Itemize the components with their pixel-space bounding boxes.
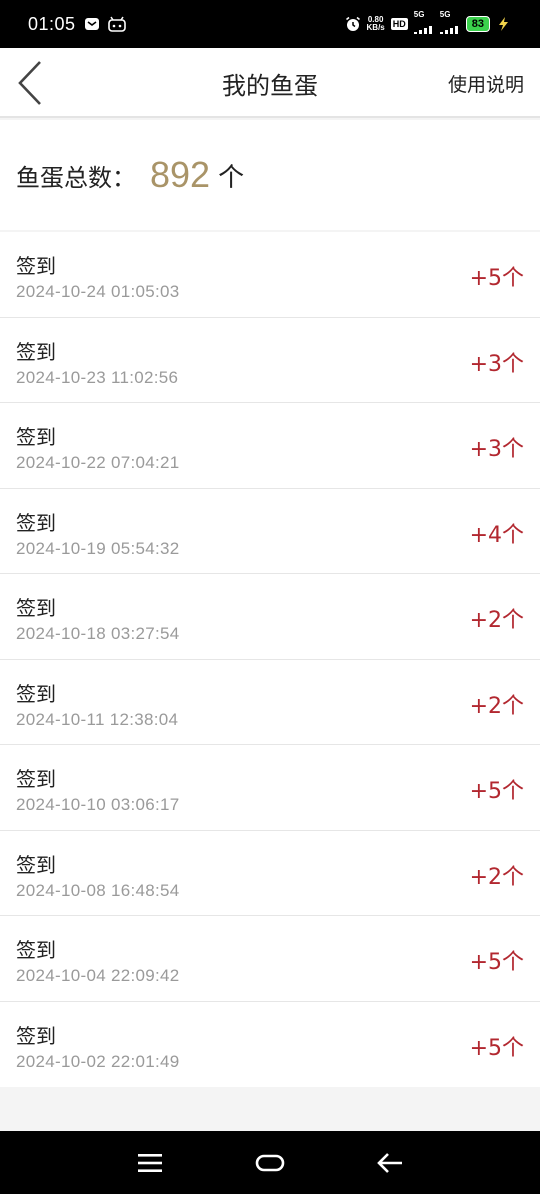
- usage-guide-link[interactable]: 使用说明: [448, 48, 524, 118]
- status-bar: 01:05 0.80 KB/s HD 5G 5G 83: [0, 0, 540, 48]
- arrow-left-icon: [377, 1153, 402, 1173]
- record-amount: +2个: [469, 608, 524, 633]
- signal-sim1: 5G: [413, 10, 434, 38]
- record-time: 2024-10-10 03:06:17: [16, 795, 180, 814]
- net-speed: 0.80 KB/s: [367, 16, 385, 32]
- summary-label: 鱼蛋总数：: [16, 163, 136, 192]
- egg-total-summary: 鱼蛋总数： 892 个: [0, 120, 540, 230]
- record-amount: +2个: [469, 864, 524, 890]
- record-time: 2024-10-19 05:54:32: [16, 538, 180, 558]
- signal-icon: [439, 19, 460, 38]
- record-amount: +3个: [469, 437, 524, 462]
- record-title: 签到: [16, 938, 56, 962]
- record-title: 签到: [16, 339, 56, 364]
- record-title: 签到: [16, 425, 56, 449]
- record-title: 签到: [16, 596, 56, 620]
- record-time: 2024-10-04 22:09:42: [16, 966, 180, 985]
- record-amount: +5个: [469, 779, 524, 804]
- record-amount: +5个: [469, 950, 524, 975]
- mail-icon: [84, 16, 100, 32]
- status-right: 0.80 KB/s HD 5G 5G 83: [345, 10, 510, 38]
- list-item: 签到 2024-10-24 01:05:03 +5个: [0, 232, 540, 318]
- record-title: 签到: [16, 510, 56, 535]
- record-amount: +3个: [469, 351, 524, 377]
- record-title: 签到: [16, 767, 56, 791]
- app-header: 我的鱼蛋 使用说明: [0, 48, 540, 118]
- battery-indicator: 83: [465, 16, 490, 32]
- back-nav-button[interactable]: [374, 1147, 406, 1179]
- list-item: 签到 2024-10-18 03:27:54 +2个: [0, 574, 540, 660]
- list-item: 签到 2024-10-22 07:04:21 +3个: [0, 403, 540, 489]
- menu-icon: [138, 1154, 162, 1172]
- record-time: 2024-10-23 11:02:56: [16, 367, 179, 387]
- sim1-label: 5G: [413, 10, 425, 19]
- list-item: 签到 2024-10-19 05:54:32 +4个: [0, 489, 540, 574]
- record-time: 2024-10-02 22:01:49: [16, 1051, 180, 1071]
- record-amount: +2个: [469, 693, 524, 719]
- summary-unit: 个: [218, 162, 245, 193]
- list-item: 签到 2024-10-02 22:01:49 +5个: [0, 1002, 540, 1088]
- android-icon: [107, 16, 126, 32]
- hd-badge: HD: [390, 18, 408, 30]
- charging-icon: [496, 16, 510, 32]
- record-time: 2024-10-11 12:38:04: [16, 709, 179, 729]
- signal-sim2: 5G: [439, 10, 460, 38]
- home-icon: [255, 1154, 285, 1172]
- home-button[interactable]: [254, 1147, 286, 1179]
- record-time: 2024-10-18 03:27:54: [16, 624, 180, 643]
- menu-button[interactable]: [134, 1147, 166, 1179]
- sim2-label: 5G: [439, 10, 451, 19]
- record-amount: +4个: [469, 522, 524, 548]
- list-item: 签到 2024-10-08 16:48:54 +2个: [0, 831, 540, 916]
- record-time: 2024-10-24 01:05:03: [16, 282, 180, 301]
- record-title: 签到: [16, 254, 56, 278]
- system-nav-bar: [0, 1131, 540, 1194]
- record-title: 签到: [16, 1023, 56, 1048]
- record-time: 2024-10-22 07:04:21: [16, 453, 180, 472]
- signal-icon: [413, 19, 434, 38]
- record-title: 签到: [16, 681, 56, 706]
- list-item: 签到 2024-10-04 22:09:42 +5个: [0, 916, 540, 1002]
- list-item: 签到 2024-10-11 12:38:04 +2个: [0, 660, 540, 745]
- record-amount: +5个: [469, 1035, 524, 1061]
- net-speed-unit: KB/s: [366, 23, 385, 32]
- list-item: 签到 2024-10-23 11:02:56 +3个: [0, 318, 540, 403]
- record-list: 签到 2024-10-24 01:05:03 +5个 签到 2024-10-23…: [0, 232, 540, 1087]
- record-amount: +5个: [469, 266, 524, 291]
- summary-value: 892: [150, 154, 211, 195]
- alarm-icon: [345, 16, 361, 32]
- record-time: 2024-10-08 16:48:54: [16, 880, 180, 900]
- list-item: 签到 2024-10-10 03:06:17 +5个: [0, 745, 540, 831]
- status-left: 01:05: [28, 14, 126, 35]
- record-title: 签到: [16, 852, 56, 877]
- status-time: 01:05: [28, 13, 76, 34]
